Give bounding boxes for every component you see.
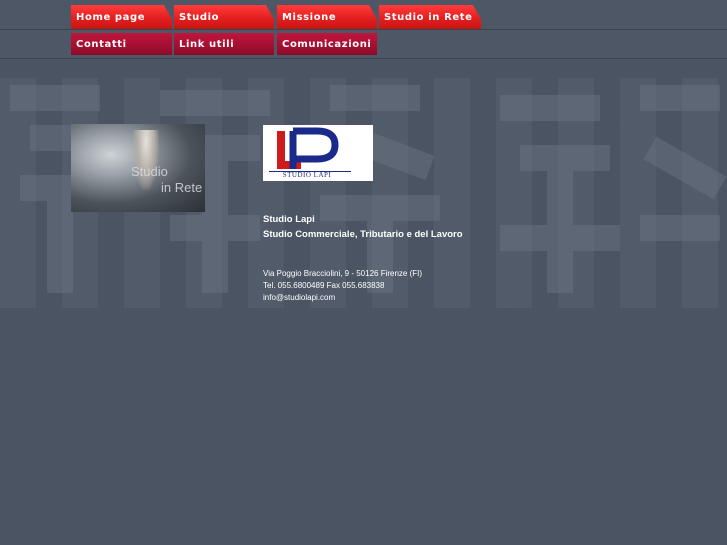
photo-figure <box>133 130 159 190</box>
nav-contatti-label: Contatti <box>76 38 127 50</box>
company-name: Studio Lapi <box>263 214 315 225</box>
nav-studio[interactable]: Studio <box>174 5 274 29</box>
photo-caption-line1: Studio <box>131 164 168 179</box>
nav-missione-label: Missione <box>282 11 337 23</box>
nav-studio-in-rete[interactable]: Studio in Rete <box>379 5 481 29</box>
nav-home-page[interactable]: Home page <box>71 5 172 29</box>
studio-logo: STUDIO LAPI <box>263 125 373 181</box>
nav-link-utili-label: Link utili <box>179 38 235 50</box>
nav-studio-in-rete-label: Studio in Rete <box>384 11 473 23</box>
studio-photo: Studio in Rete <box>71 124 205 212</box>
nav-contatti[interactable]: Contatti <box>71 33 172 55</box>
nav-studio-label: Studio <box>179 11 220 23</box>
nav-link-utili[interactable]: Link utili <box>174 33 274 55</box>
glyph-5 <box>640 85 727 241</box>
header-divider <box>0 29 727 30</box>
email-link[interactable]: info@studiolapi.com <box>263 293 335 302</box>
photo-caption-line2: in Rete <box>161 180 203 195</box>
glyph-4 <box>500 95 620 293</box>
address-line: Via Poggio Bracciolini, 9 - 50126 Firenz… <box>263 269 423 278</box>
phone-line: Tel. 055.6800489 Fax 055.683838 <box>263 281 385 290</box>
nav-comunicazioni[interactable]: Comunicazioni <box>277 33 377 55</box>
company-description: Studio Commerciale, Tributario e del Lav… <box>263 229 463 240</box>
nav-comunicazioni-label: Comunicazioni <box>282 38 372 50</box>
nav-missione[interactable]: Missione <box>277 5 377 29</box>
nav-home-page-label: Home page <box>76 11 146 23</box>
logo-caption: STUDIO LAPI <box>282 171 332 179</box>
